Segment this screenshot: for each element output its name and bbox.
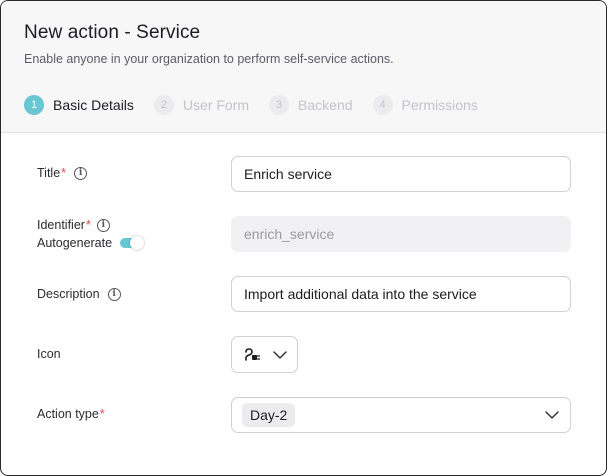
description-label: Description bbox=[37, 287, 100, 301]
step-user-form[interactable]: 2 User Form bbox=[153, 95, 250, 115]
required-marker: * bbox=[99, 407, 105, 421]
icon-label-group: Icon bbox=[37, 347, 61, 361]
step-number: 3 bbox=[269, 95, 290, 115]
autogenerate-label: Autogenerate bbox=[37, 236, 113, 250]
info-icon[interactable]: i bbox=[96, 218, 110, 232]
dialog-header: New action - Service Enable anyone in yo… bbox=[1, 1, 606, 133]
step-label: Backend bbox=[298, 97, 353, 113]
title-label-group: Title * i bbox=[37, 166, 88, 180]
icon-select[interactable] bbox=[231, 336, 298, 373]
step-label: User Form bbox=[182, 97, 250, 113]
identifier-label-group: Identifier * i bbox=[37, 218, 110, 232]
autogenerate-group: Autogenerate bbox=[37, 236, 145, 250]
step-number: 1 bbox=[24, 95, 44, 115]
description-label-group: Description i bbox=[37, 287, 121, 301]
stepper: 1 Basic Details 2 User Form 3 Backend 4 … bbox=[24, 94, 498, 116]
dialog-title: New action - Service bbox=[24, 22, 201, 43]
step-basic-details[interactable]: 1 Basic Details bbox=[24, 95, 134, 115]
action-type-chip: Day-2 bbox=[242, 403, 296, 427]
step-label: Basic Details bbox=[53, 97, 134, 113]
step-number: 2 bbox=[153, 95, 174, 115]
info-icon[interactable]: i bbox=[74, 166, 88, 180]
autogenerate-toggle[interactable] bbox=[120, 236, 145, 250]
action-type-label-group: Action type * bbox=[37, 407, 105, 421]
plug-icon bbox=[245, 347, 260, 361]
dialog-subtitle: Enable anyone in your organization to pe… bbox=[24, 52, 394, 66]
step-permissions[interactable]: 4 Permissions bbox=[372, 95, 478, 115]
description-input[interactable]: Import additional data into the service bbox=[231, 276, 571, 312]
chevron-down-icon bbox=[545, 411, 559, 419]
title-input[interactable]: Enrich service bbox=[231, 156, 571, 192]
title-label: Title bbox=[37, 166, 61, 180]
action-type-select[interactable]: Day-2 bbox=[231, 397, 571, 433]
info-icon[interactable]: i bbox=[107, 287, 121, 301]
chevron-down-icon bbox=[273, 350, 287, 359]
required-marker: * bbox=[61, 166, 67, 180]
step-number: 4 bbox=[372, 95, 393, 115]
new-action-dialog: New action - Service Enable anyone in yo… bbox=[0, 0, 607, 476]
identifier-label: Identifier bbox=[37, 218, 85, 232]
step-label: Permissions bbox=[401, 97, 478, 113]
step-backend[interactable]: 3 Backend bbox=[269, 95, 353, 115]
action-type-label: Action type bbox=[37, 407, 99, 421]
icon-label: Icon bbox=[37, 347, 61, 361]
required-marker: * bbox=[85, 218, 91, 232]
identifier-input: enrich_service bbox=[231, 216, 571, 252]
toggle-knob bbox=[130, 236, 145, 250]
